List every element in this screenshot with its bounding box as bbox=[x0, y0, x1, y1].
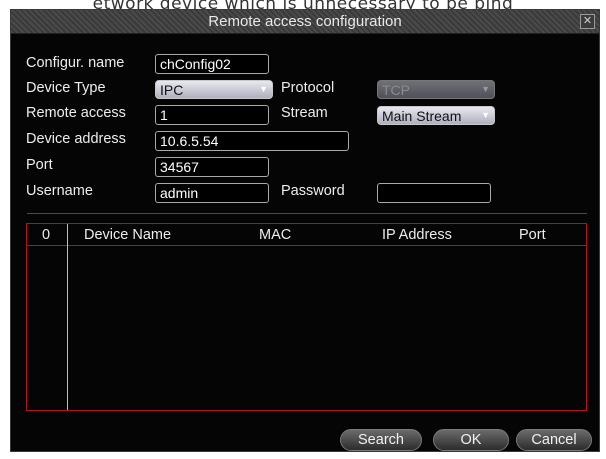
protocol-label: Protocol bbox=[281, 80, 335, 96]
device-type-value: IPC bbox=[160, 82, 184, 98]
remote-access-dialog: Remote access configuration ✕ Configur. … bbox=[10, 9, 600, 452]
column-header-port: Port bbox=[519, 227, 546, 243]
protocol-select: TCP ▼ bbox=[377, 80, 495, 99]
column-header-index: 0 bbox=[42, 227, 51, 243]
remote-access-label: Remote access bbox=[26, 105, 126, 121]
column-header-ip-address: IP Address bbox=[382, 227, 452, 243]
config-name-field[interactable]: chConfig02 bbox=[155, 54, 269, 74]
chevron-down-icon: ▼ bbox=[259, 84, 268, 94]
table-header: 0 Device Name MAC IP Address Port bbox=[27, 224, 586, 246]
password-label: Password bbox=[281, 183, 345, 199]
chevron-down-icon: ▼ bbox=[481, 84, 490, 94]
port-field[interactable]: 34567 bbox=[155, 157, 269, 177]
username-field[interactable]: admin bbox=[155, 183, 269, 203]
device-list-table[interactable]: 0 Device Name MAC IP Address Port bbox=[26, 223, 587, 411]
stream-value: Main Stream bbox=[382, 108, 462, 124]
device-address-label: Device address bbox=[26, 131, 126, 147]
config-name-label: Configur. name bbox=[26, 55, 125, 71]
column-header-device-name: Device Name bbox=[84, 227, 172, 243]
device-type-select[interactable]: IPC ▼ bbox=[155, 80, 273, 99]
stream-label: Stream bbox=[281, 105, 328, 121]
column-header-mac: MAC bbox=[259, 227, 292, 243]
username-label: Username bbox=[26, 183, 93, 199]
remote-access-field[interactable]: 1 bbox=[155, 105, 269, 125]
cancel-button[interactable]: Cancel bbox=[516, 429, 592, 451]
close-icon[interactable]: ✕ bbox=[580, 14, 595, 29]
port-label: Port bbox=[26, 157, 53, 173]
chevron-down-icon: ▼ bbox=[481, 110, 490, 120]
ok-button[interactable]: OK bbox=[433, 429, 509, 451]
section-divider bbox=[27, 213, 587, 214]
device-type-label: Device Type bbox=[26, 80, 106, 96]
search-button[interactable]: Search bbox=[340, 429, 422, 451]
dialog-titlebar[interactable]: Remote access configuration ✕ bbox=[11, 10, 599, 34]
protocol-value: TCP bbox=[382, 82, 410, 98]
stream-select[interactable]: Main Stream ▼ bbox=[377, 106, 495, 125]
column-separator bbox=[67, 224, 68, 410]
password-field[interactable] bbox=[377, 183, 491, 203]
device-address-field[interactable]: 10.6.5.54 bbox=[155, 131, 349, 151]
dialog-title: Remote access configuration bbox=[208, 13, 402, 30]
